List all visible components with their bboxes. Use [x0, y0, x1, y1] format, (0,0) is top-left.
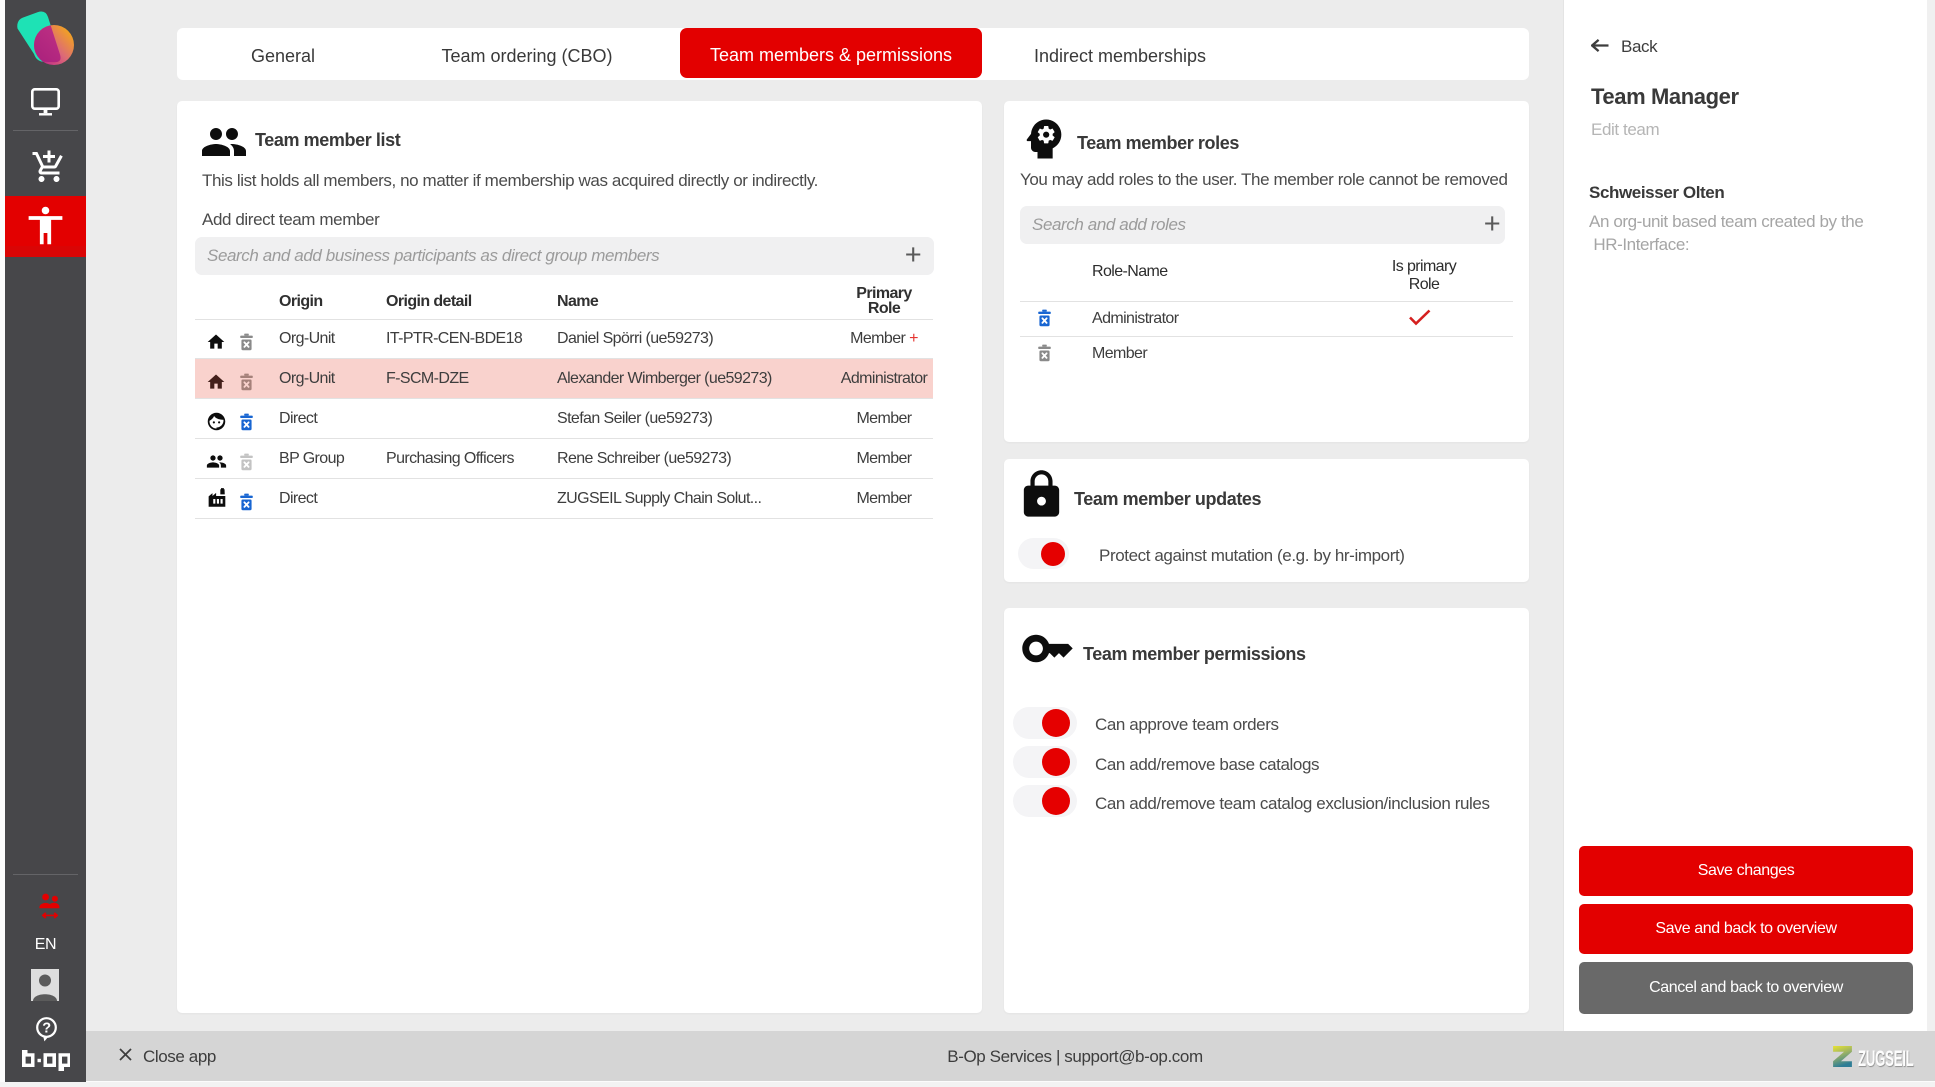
- svg-text:?: ?: [42, 1020, 51, 1036]
